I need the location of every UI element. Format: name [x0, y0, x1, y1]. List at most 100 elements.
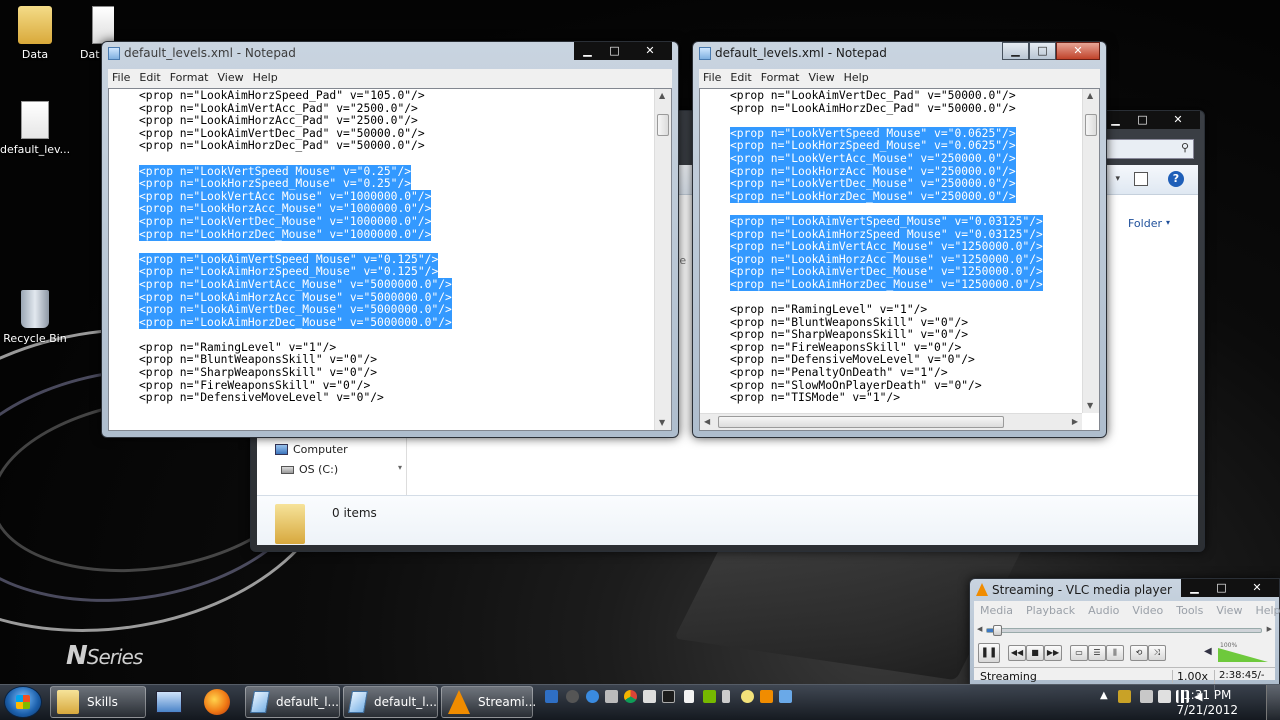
- text-editor[interactable]: <prop n="LookAimHorzSpeed_Pad" v="105.0"…: [108, 88, 672, 431]
- desktop-icon-data[interactable]: Data: [0, 6, 70, 61]
- close-button[interactable]: ✕: [1056, 42, 1100, 60]
- start-button[interactable]: [4, 686, 42, 718]
- menu-help[interactable]: Help: [1255, 604, 1280, 619]
- taskbar-button-firefox[interactable]: [198, 686, 242, 718]
- stop-button[interactable]: ■: [1026, 645, 1044, 661]
- minimize-button[interactable]: ▁: [1002, 42, 1029, 60]
- menu-media[interactable]: Media: [980, 604, 1013, 619]
- tray-usb-icon[interactable]: [722, 690, 730, 703]
- code-line-text: <prop n="LookAimHorzSpeed_Mouse" v="0.03…: [730, 227, 1043, 241]
- folder-dropdown-arrow-icon[interactable]: ▾: [1166, 218, 1170, 227]
- previous-button[interactable]: ◀◀: [1008, 645, 1026, 661]
- folder-button[interactable]: Folder: [1128, 217, 1162, 230]
- tree-item-os-drive[interactable]: OS (C:): [281, 463, 338, 476]
- scroll-down-arrow-icon[interactable]: ▾: [398, 463, 402, 472]
- desktop-icon-recycle-bin[interactable]: Recycle Bin: [0, 290, 70, 345]
- seek-right-arrow-icon[interactable]: ▶: [1267, 625, 1272, 633]
- preview-pane-icon[interactable]: [1134, 172, 1148, 186]
- next-button[interactable]: ▶▶: [1044, 645, 1062, 661]
- vertical-scrollbar[interactable]: ▲ ▼: [1082, 89, 1099, 413]
- menu-edit[interactable]: Edit: [730, 71, 751, 88]
- notepad-window-left[interactable]: default_levels.xml - Notepad ▁ □ ✕ File …: [101, 41, 679, 438]
- menu-view[interactable]: View: [218, 71, 244, 88]
- clock[interactable]: 1:31 PM 7/21/2012: [1176, 688, 1238, 718]
- menu-format[interactable]: Format: [761, 71, 800, 88]
- minimize-button[interactable]: ▁: [574, 42, 601, 60]
- tray-app-icon[interactable]: [643, 690, 656, 703]
- tray-chrome-icon[interactable]: [624, 690, 637, 703]
- view-options-icon[interactable]: ▾: [1115, 174, 1120, 184]
- pause-button[interactable]: ❚❚: [978, 643, 1000, 663]
- volume-slider[interactable]: 100%: [1218, 642, 1268, 662]
- tray-nvidia-icon[interactable]: [703, 690, 716, 703]
- fullscreen-button[interactable]: ▭: [1070, 645, 1088, 661]
- maximize-button[interactable]: □: [1208, 579, 1235, 597]
- loop-button[interactable]: ⟲: [1130, 645, 1148, 661]
- menu-audio[interactable]: Audio: [1088, 604, 1119, 619]
- taskbar-button-explorer[interactable]: [150, 686, 194, 718]
- menu-help[interactable]: Help: [253, 71, 278, 88]
- tray-bulb-icon[interactable]: [741, 690, 754, 703]
- scroll-up-arrow-icon[interactable]: ▲: [659, 91, 665, 100]
- help-icon[interactable]: ?: [1168, 171, 1184, 187]
- scroll-thumb[interactable]: [718, 416, 1004, 428]
- seek-slider[interactable]: [986, 625, 1262, 636]
- maximize-button[interactable]: □: [1129, 111, 1156, 129]
- menu-format[interactable]: Format: [170, 71, 209, 88]
- tray-printer-icon[interactable]: [605, 690, 618, 703]
- show-desktop-button[interactable]: [1266, 685, 1280, 720]
- tray-terminal-icon[interactable]: [662, 690, 675, 703]
- tray-power-icon[interactable]: [1140, 690, 1153, 703]
- seek-handle[interactable]: [993, 625, 1002, 636]
- text-editor[interactable]: <prop n="LookAimVertDec_Pad" v="50000.0"…: [699, 88, 1100, 431]
- scroll-thumb[interactable]: [657, 114, 669, 136]
- tray-document-icon[interactable]: [684, 690, 694, 703]
- tray-network-icon[interactable]: [779, 690, 792, 703]
- menu-playback[interactable]: Playback: [1026, 604, 1075, 619]
- scroll-right-arrow-icon[interactable]: ▶: [1072, 417, 1078, 426]
- notepad-window-right[interactable]: default_levels.xml - Notepad ▁ □ ✕ File …: [692, 41, 1107, 438]
- scroll-down-arrow-icon[interactable]: ▼: [1087, 401, 1093, 410]
- maximize-button[interactable]: □: [1029, 42, 1056, 60]
- scroll-left-arrow-icon[interactable]: ◀: [704, 417, 710, 426]
- tray-shield-icon[interactable]: [1118, 690, 1131, 703]
- minimize-button[interactable]: ▁: [1181, 579, 1208, 597]
- tree-item-computer[interactable]: Computer: [275, 443, 348, 456]
- tray-monitor-icon[interactable]: [545, 690, 558, 703]
- maximize-button[interactable]: □: [601, 42, 628, 60]
- close-button[interactable]: ✕: [1156, 111, 1200, 129]
- playback-speed[interactable]: 1.00x: [1172, 670, 1208, 683]
- volume-speaker-icon[interactable]: ◀: [1204, 646, 1212, 657]
- tray-steam-icon[interactable]: [566, 690, 579, 703]
- menu-help[interactable]: Help: [844, 71, 869, 88]
- shuffle-button[interactable]: ⤨: [1148, 645, 1166, 661]
- menu-edit[interactable]: Edit: [139, 71, 160, 88]
- taskbar-button-notepad-1[interactable]: default_l...: [245, 686, 340, 718]
- menu-view[interactable]: View: [809, 71, 835, 88]
- scroll-thumb[interactable]: [1085, 114, 1097, 136]
- taskbar-button-vlc[interactable]: Streami...: [441, 686, 536, 718]
- code-line-text: <prop n="PenaltyOnDeath" v="1"/>: [730, 366, 948, 380]
- tray-arrow-icon[interactable]: ▲: [1100, 690, 1113, 703]
- menu-tools[interactable]: Tools: [1176, 604, 1203, 619]
- extended-settings-button[interactable]: ⫼: [1106, 645, 1124, 661]
- close-button[interactable]: ✕: [1235, 579, 1279, 597]
- desktop-icon-default-levels[interactable]: default_lev...: [0, 101, 70, 156]
- tray-ie-icon[interactable]: [586, 690, 599, 703]
- scroll-up-arrow-icon[interactable]: ▲: [1087, 91, 1093, 100]
- menu-view[interactable]: View: [1216, 604, 1242, 619]
- vertical-scrollbar[interactable]: ▲ ▼: [654, 89, 671, 430]
- menu-file[interactable]: File: [703, 71, 721, 88]
- tray-flag-icon[interactable]: [1158, 690, 1171, 703]
- scroll-down-arrow-icon[interactable]: ▼: [659, 418, 665, 427]
- seek-left-arrow-icon[interactable]: ◀: [977, 625, 982, 633]
- taskbar-button-skills[interactable]: Skills: [50, 686, 146, 718]
- tray-vlc-icon[interactable]: [760, 690, 773, 703]
- playlist-button[interactable]: ☰: [1088, 645, 1106, 661]
- vlc-window[interactable]: Streaming - VLC media player ▁ □ ✕ Media…: [969, 578, 1280, 692]
- horizontal-scrollbar[interactable]: ◀ ▶: [700, 413, 1082, 430]
- close-button[interactable]: ✕: [628, 42, 672, 60]
- taskbar-button-notepad-2[interactable]: default_l...: [343, 686, 438, 718]
- menu-video[interactable]: Video: [1132, 604, 1163, 619]
- menu-file[interactable]: File: [112, 71, 130, 88]
